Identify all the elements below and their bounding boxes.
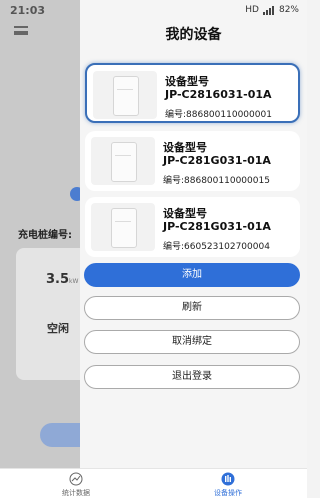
nav-device-ops[interactable]: 设备操作 xyxy=(198,472,258,498)
device-card[interactable]: 设备型号 JP-C281G031-01A 编号:660523102700004 xyxy=(85,197,300,257)
device-model-label: 设备型号 xyxy=(163,207,207,220)
device-ops-icon xyxy=(221,472,235,486)
bottom-nav: 统计数据 设备操作 xyxy=(0,468,307,498)
nav-stats-label: 统计数据 xyxy=(62,489,90,497)
device-model-label: 设备型号 xyxy=(165,75,209,88)
battery-level: 82% xyxy=(278,5,299,15)
status-icons: HD 82% xyxy=(245,5,299,15)
signal-icon xyxy=(262,5,274,15)
menu-icon[interactable] xyxy=(14,26,28,35)
charger-device-icon xyxy=(91,203,155,251)
power-unit: kW xyxy=(69,278,79,285)
nav-device-ops-label: 设备操作 xyxy=(214,489,242,497)
charger-device-icon xyxy=(93,71,157,119)
pile-number-label: 充电桩编号: xyxy=(18,230,72,241)
add-device-button[interactable]: 添加 xyxy=(84,263,300,287)
device-card[interactable]: 设备型号 JP-C2816031-01A 编号:886800110000001 xyxy=(85,63,300,123)
device-serial: 编号:660523102700004 xyxy=(163,242,270,252)
my-devices-drawer: 我的设备 设备型号 JP-C2816031-01A 编号:88680011000… xyxy=(80,0,307,468)
status-time: 21:03 xyxy=(10,3,46,17)
device-model: JP-C281G031-01A xyxy=(163,154,271,167)
nav-stats[interactable]: 统计数据 xyxy=(46,472,106,498)
power-readout: 3.5kW xyxy=(46,272,78,287)
unbind-button[interactable]: 取消绑定 xyxy=(84,330,300,354)
network-type: HD xyxy=(245,5,259,15)
device-card[interactable]: 设备型号 JP-C281G031-01A 编号:886800110000015 xyxy=(85,131,300,191)
drawer-title: 我的设备 xyxy=(165,27,222,43)
charger-device-icon xyxy=(91,137,155,185)
trend-chart-icon xyxy=(69,472,83,486)
device-model: JP-C2816031-01A xyxy=(165,88,272,101)
logout-button[interactable]: 退出登录 xyxy=(84,365,300,389)
status-bar: 21:03 HD 82% xyxy=(0,0,307,20)
device-serial: 编号:886800110000015 xyxy=(163,176,270,186)
device-model: JP-C281G031-01A xyxy=(163,220,271,233)
pile-status-value: 空闲 xyxy=(47,322,69,335)
power-value: 3.5 xyxy=(46,272,70,287)
device-model-label: 设备型号 xyxy=(163,141,207,154)
device-serial: 编号:886800110000001 xyxy=(165,110,272,120)
refresh-button[interactable]: 刷新 xyxy=(84,296,300,320)
